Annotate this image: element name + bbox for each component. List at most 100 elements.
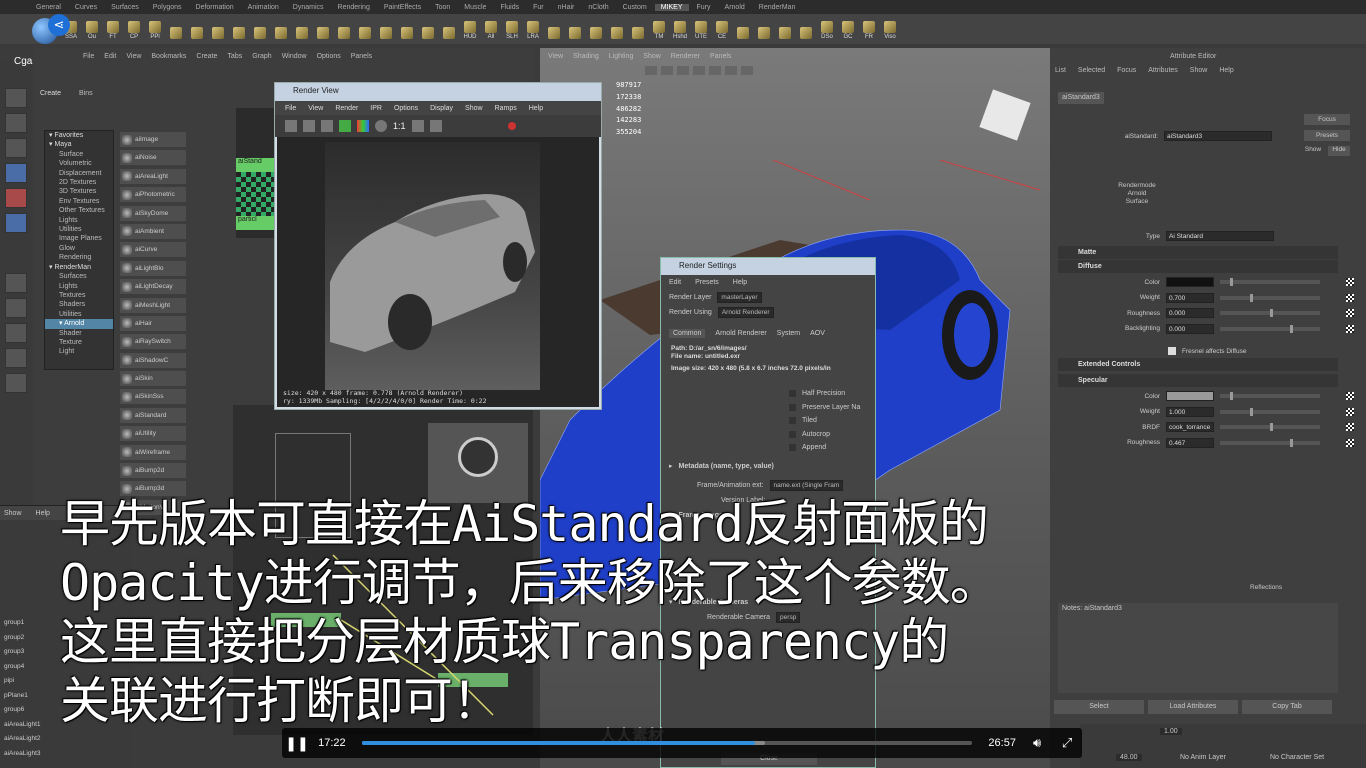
- shelf-button[interactable]: [755, 18, 773, 40]
- shelf-tab[interactable]: Polygons: [147, 4, 188, 11]
- option-checkbox[interactable]: [789, 430, 796, 438]
- shelf-tab[interactable]: Fur: [527, 4, 550, 11]
- lasso-tool-icon[interactable]: [5, 113, 27, 133]
- rotate-tool-icon[interactable]: [5, 188, 27, 208]
- viewport-menu-item[interactable]: Show: [643, 53, 661, 65]
- shelf-button[interactable]: [167, 18, 185, 40]
- node-button[interactable]: aiStandard: [120, 407, 186, 423]
- ae-menu-item[interactable]: Show: [1190, 67, 1208, 77]
- shelf-tab[interactable]: General: [30, 4, 67, 11]
- map-checker-icon[interactable]: [1346, 309, 1354, 317]
- attr-value-field[interactable]: cook_torrance: [1166, 422, 1214, 432]
- shelf-tab[interactable]: Fluids: [494, 4, 525, 11]
- shelf-button[interactable]: CP: [125, 18, 143, 40]
- shelf-button[interactable]: [776, 18, 794, 40]
- material-node-aistandard[interactable]: aiStand: [236, 158, 274, 172]
- node-button[interactable]: aiWireframe: [120, 444, 186, 460]
- shelf-tab[interactable]: Custom: [617, 4, 653, 11]
- shelf-tab[interactable]: PaintEffects: [378, 4, 427, 11]
- shelf-tab[interactable]: Animation: [242, 4, 285, 11]
- hypershade-menu-item[interactable]: Window: [282, 53, 307, 65]
- move-tool-icon[interactable]: [5, 163, 27, 183]
- tree-item[interactable]: Utilities: [45, 225, 113, 234]
- node-button[interactable]: aiBump2d: [120, 463, 186, 479]
- attr-value-field[interactable]: 0.000: [1166, 323, 1214, 334]
- hypershade-menu-item[interactable]: File: [83, 53, 94, 65]
- refresh-icon[interactable]: [339, 120, 351, 132]
- render-icon[interactable]: [285, 120, 297, 132]
- render-view-menu-item[interactable]: Help: [529, 105, 543, 112]
- layout-two-icon[interactable]: [5, 323, 27, 343]
- node-button[interactable]: aiSkinSss: [120, 389, 186, 405]
- metadata-row[interactable]: ▸ Metadata (name, type, value): [661, 459, 875, 474]
- outliner-item[interactable]: group1: [0, 616, 132, 631]
- node-button[interactable]: aiBump3d: [120, 481, 186, 497]
- viewport-menu-item[interactable]: View: [548, 53, 563, 65]
- layout-graph-icon[interactable]: [5, 373, 27, 393]
- shelf-button[interactable]: [398, 18, 416, 40]
- node-name-field[interactable]: aiStandard3: [1164, 131, 1272, 141]
- shelf-button[interactable]: FT: [104, 18, 122, 40]
- camera-icon[interactable]: [645, 66, 657, 75]
- shelf-button[interactable]: [734, 18, 752, 40]
- attr-value-field[interactable]: [1166, 277, 1214, 287]
- tab-system[interactable]: System: [777, 330, 800, 337]
- shelf-button[interactable]: [188, 18, 206, 40]
- shelf-button[interactable]: [335, 18, 353, 40]
- outliner-item[interactable]: group3: [0, 645, 132, 660]
- tree-item[interactable]: ▾ Maya: [45, 140, 113, 149]
- copy-tab-button[interactable]: Copy Tab: [1242, 700, 1332, 714]
- shelf-button[interactable]: [251, 18, 269, 40]
- option-checkbox[interactable]: [789, 403, 796, 411]
- render-layer-select[interactable]: masterLayer: [717, 292, 762, 303]
- shelf-button[interactable]: Viso: [881, 18, 899, 40]
- shelf-button[interactable]: PPl: [146, 18, 164, 40]
- ae-menu-item[interactable]: Selected: [1078, 67, 1105, 77]
- smooth-shade-icon[interactable]: [693, 66, 705, 75]
- map-checker-icon[interactable]: [1346, 293, 1354, 302]
- shelf-button[interactable]: CE: [713, 18, 731, 40]
- attr-slider[interactable]: [1220, 423, 1320, 431]
- map-checker-icon[interactable]: [1346, 438, 1354, 447]
- tree-item[interactable]: ▾ RenderMan: [45, 263, 113, 272]
- render-view-menu-item[interactable]: View: [308, 105, 323, 112]
- stop-icon[interactable]: [507, 122, 516, 130]
- tree-item[interactable]: Utilities: [45, 310, 113, 319]
- tree-item[interactable]: Volumetric: [45, 159, 113, 168]
- tree-item[interactable]: Env Textures: [45, 197, 113, 206]
- shelf-button[interactable]: Ou: [83, 18, 101, 40]
- keep-icon[interactable]: [429, 120, 442, 132]
- tree-item[interactable]: Rendering: [45, 253, 113, 262]
- option-checkbox[interactable]: [789, 390, 796, 398]
- rgb-icon[interactable]: [357, 120, 369, 132]
- ae-menu-item[interactable]: Attributes: [1148, 67, 1178, 77]
- shelf-button[interactable]: [629, 18, 647, 40]
- attr-value-field[interactable]: [1166, 391, 1214, 401]
- tree-item[interactable]: 3D Textures: [45, 187, 113, 196]
- show-button[interactable]: Show: [1302, 146, 1324, 156]
- range-start-field[interactable]: 1.00: [1160, 728, 1182, 735]
- tree-item[interactable]: Surface: [45, 150, 113, 159]
- option-checkbox[interactable]: [789, 417, 796, 425]
- hypershade-menu-item[interactable]: Graph: [252, 53, 271, 65]
- shelf-button[interactable]: [272, 18, 290, 40]
- slider-handle[interactable]: [1250, 293, 1253, 302]
- pause-button[interactable]: ❚❚: [282, 728, 312, 758]
- menu-help[interactable]: Help: [36, 510, 50, 517]
- outliner-item[interactable]: group6: [0, 703, 132, 718]
- tree-item[interactable]: Shaders: [45, 300, 113, 309]
- render-view-menu-item[interactable]: Render: [335, 105, 358, 112]
- tree-item[interactable]: 2D Textures: [45, 178, 113, 187]
- node-button[interactable]: aiLightBlo: [120, 260, 186, 276]
- attr-value-field[interactable]: 1.000: [1166, 406, 1214, 417]
- volume-button[interactable]: 🔊︎: [1022, 728, 1052, 758]
- map-checker-icon[interactable]: [1346, 407, 1354, 416]
- shadow-icon[interactable]: [741, 66, 753, 75]
- shelf-tab[interactable]: Muscle: [458, 4, 492, 11]
- attr-slider[interactable]: [1220, 309, 1320, 317]
- slider-handle[interactable]: [1290, 324, 1293, 333]
- render-view-menu-item[interactable]: IPR: [370, 105, 382, 112]
- type-select[interactable]: Ai Standard: [1166, 231, 1274, 241]
- tab-arnold-renderer[interactable]: Arnold Renderer: [715, 330, 766, 337]
- slider-handle[interactable]: [1230, 392, 1233, 400]
